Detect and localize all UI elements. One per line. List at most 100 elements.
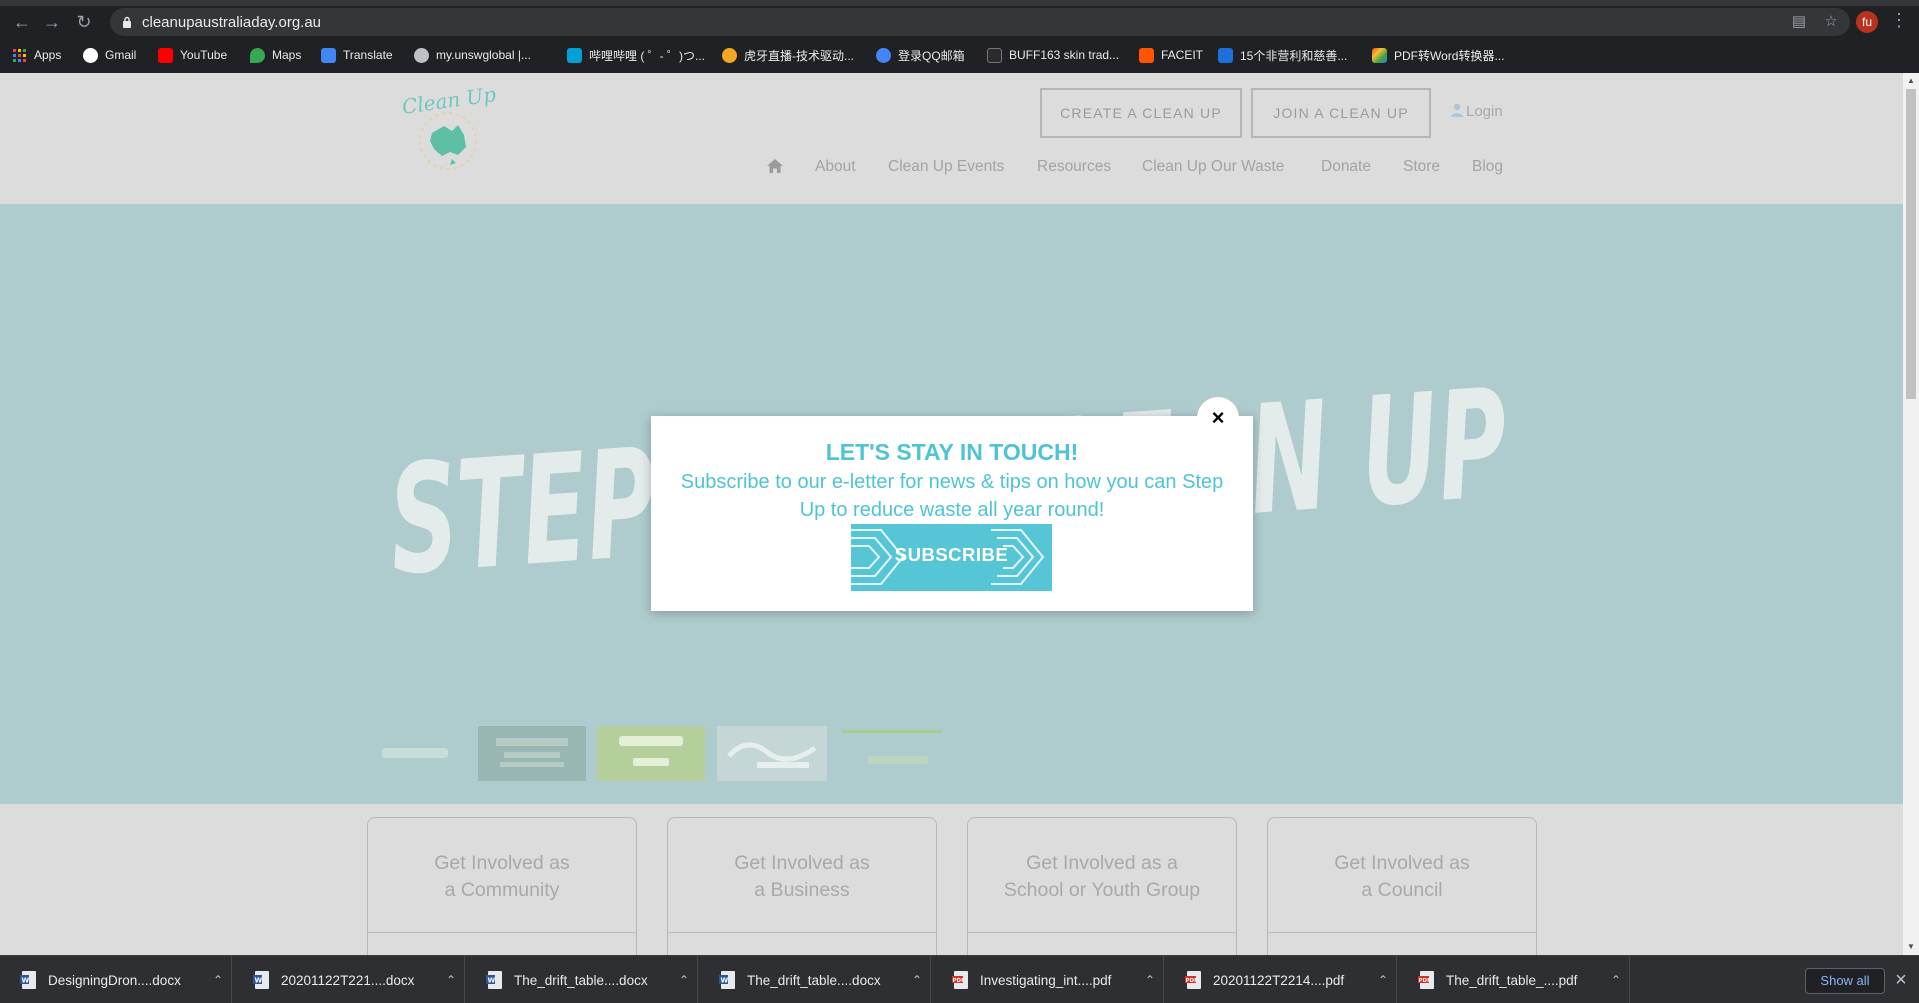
card-business[interactable]: Get Involved as a Business (667, 817, 937, 955)
pdf-file-icon: PDF (1418, 971, 1434, 989)
word-doc-icon: W (486, 971, 502, 989)
card-divider (968, 932, 1236, 933)
nav-store[interactable]: Store (1403, 158, 1440, 176)
download-item[interactable]: PDF 20201122T2214....pdf ⌃ (1165, 956, 1397, 1003)
downloads-bar: W DesigningDron....docx ⌃ W 20201122T221… (0, 955, 1919, 1003)
download-item[interactable]: PDF The_drift_table_....pdf ⌃ (1398, 956, 1630, 1003)
join-clean-up-button[interactable]: JOIN A CLEAN UP (1251, 88, 1431, 138)
card-school-youth[interactable]: Get Involved as a School or Youth Group (967, 817, 1237, 955)
subscribe-label: SUBSCRIBE (894, 544, 1009, 565)
profile-avatar[interactable]: fu (1856, 11, 1878, 33)
bookmarks-bar: Apps Gmail YouTube Maps Translate my.uns… (0, 44, 1919, 66)
card-title-line1: Get Involved as (1334, 852, 1470, 874)
download-item[interactable]: W The_drift_table....docx ⌃ (699, 956, 931, 1003)
pdf-file-icon: PDF (952, 971, 968, 989)
youtube-icon (158, 47, 173, 63)
card-divider (1268, 932, 1536, 933)
globe-icon (414, 47, 429, 63)
chevron-up-icon[interactable]: ⌃ (208, 973, 228, 987)
card-community[interactable]: Get Involved as a Community (367, 817, 637, 955)
card-title-line1: Get Involved as a (1026, 852, 1178, 874)
partner-logo-5[interactable] (838, 726, 948, 781)
faceit-icon (1139, 47, 1154, 63)
create-clean-up-button[interactable]: CREATE A CLEAN UP (1040, 88, 1242, 138)
bookmark-pdf-converter[interactable]: PDF转Word转换器... (1372, 44, 1504, 66)
download-item[interactable]: W DesigningDron....docx ⌃ (0, 956, 232, 1003)
bookmark-unswglobal[interactable]: my.unswglobal |... (414, 44, 531, 66)
get-involved-section: Get Involved as a Community Get Involved… (0, 804, 1903, 955)
chevron-up-icon[interactable]: ⌃ (1140, 973, 1160, 987)
page-scrollbar[interactable]: ▲ ▼ (1903, 73, 1919, 955)
nav-clean-up-our-waste[interactable]: Clean Up Our Waste (1142, 158, 1284, 176)
nav-blog[interactable]: Blog (1472, 158, 1503, 176)
subscribe-button[interactable]: SUBSCRIBE (851, 524, 1052, 591)
browser-menu-icon[interactable]: ⋮ (1890, 10, 1908, 34)
download-filename: DesigningDron....docx (48, 972, 181, 988)
home-icon[interactable] (766, 157, 784, 175)
download-item[interactable]: PDF Investigating_int....pdf ⌃ (932, 956, 1164, 1003)
bookmark-apps[interactable]: Apps (12, 44, 61, 66)
nav-clean-up-events[interactable]: Clean Up Events (888, 158, 1004, 176)
bookmark-nonprofit[interactable]: 15个非营利和慈善... (1218, 44, 1347, 66)
chevron-up-icon[interactable]: ⌃ (1606, 973, 1626, 987)
show-all-downloads-button[interactable]: Show all (1805, 968, 1885, 994)
login-label: Login (1466, 103, 1503, 120)
bookmark-label: PDF转Word转换器... (1394, 48, 1505, 63)
scrollbar-thumb[interactable] (1906, 89, 1916, 399)
card-title-line1: Get Involved as (434, 852, 570, 874)
svg-text:PDF: PDF (1186, 978, 1199, 984)
bookmark-translate[interactable]: Translate (321, 44, 393, 66)
bookmark-label: 虎牙直播-技术驱动... (744, 48, 854, 63)
address-bar[interactable]: cleanupaustraliaday.org.au ▤ ☆ (110, 8, 1850, 36)
modal-title: LET'S STAY IN TOUCH! (825, 439, 1079, 465)
nav-about[interactable]: About (815, 158, 856, 176)
bookmark-label: Gmail (105, 48, 137, 62)
bookmark-gmail[interactable]: Gmail (83, 44, 136, 66)
download-filename: Investigating_int....pdf (980, 972, 1112, 988)
site-header: Clean Up CREATE A CLEAN UP JOIN A CLEAN … (0, 73, 1903, 204)
chevron-up-icon[interactable]: ⌃ (674, 973, 694, 987)
download-item[interactable]: W 20201122T221....docx ⌃ (233, 956, 465, 1003)
bookmark-bilibili[interactable]: 哔哩哔哩 ( ゜- ゜)つ... (567, 44, 705, 66)
huya-icon (722, 47, 737, 63)
partner-logo-2[interactable] (478, 726, 586, 781)
word-doc-icon: W (20, 971, 36, 989)
google-icon (83, 47, 98, 63)
bookmark-youtube[interactable]: YouTube (158, 44, 227, 66)
apps-grid-icon (13, 48, 26, 62)
bookmark-label: YouTube (180, 48, 228, 62)
modal-close-button[interactable]: × (1197, 397, 1239, 439)
translate-page-icon[interactable]: ▤ (1790, 13, 1808, 31)
forward-arrow-icon[interactable]: → (40, 10, 64, 34)
nav-resources[interactable]: Resources (1037, 158, 1111, 176)
user-icon (1451, 103, 1463, 117)
download-filename: 20201122T221....docx (281, 972, 415, 988)
bookmark-star-icon[interactable]: ☆ (1822, 13, 1840, 31)
bookmark-label: Translate (343, 48, 393, 62)
bookmark-label: Maps (272, 48, 302, 62)
chevron-up-icon[interactable]: ⌃ (1373, 973, 1393, 987)
scroll-down-arrow-icon[interactable]: ▼ (1906, 942, 1916, 952)
bookmark-qq-mail[interactable]: 登录QQ邮箱 (876, 44, 965, 66)
login-link[interactable]: Login (1450, 103, 1503, 120)
bookmark-buff163[interactable]: BUFF163 skin trad... (987, 44, 1119, 66)
download-item[interactable]: W The_drift_table....docx ⌃ (466, 956, 698, 1003)
chevron-up-icon[interactable]: ⌃ (907, 973, 927, 987)
partner-logo-3[interactable] (597, 726, 705, 781)
scroll-up-arrow-icon[interactable]: ▲ (1906, 76, 1916, 86)
close-downloads-icon[interactable]: × (1890, 968, 1912, 992)
partner-logo-4[interactable] (717, 726, 827, 781)
site-logo[interactable]: Clean Up (398, 83, 496, 179)
nav-donate[interactable]: Donate (1321, 158, 1371, 176)
svg-text:W: W (255, 977, 263, 985)
buff-icon (987, 47, 1002, 63)
bookmark-faceit[interactable]: FACEIT (1139, 44, 1203, 66)
bookmark-huya[interactable]: 虎牙直播-技术驱动... (722, 44, 854, 66)
back-arrow-icon[interactable]: ← (10, 10, 34, 34)
partner-logo-1[interactable] (380, 726, 450, 781)
chevron-up-icon[interactable]: ⌃ (441, 973, 461, 987)
reload-icon[interactable]: ↻ (72, 10, 96, 34)
bookmark-maps[interactable]: Maps (250, 44, 301, 66)
card-council[interactable]: Get Involved as a Council (1267, 817, 1537, 955)
bookmark-label: 哔哩哔哩 ( ゜- ゜)つ... (589, 48, 705, 63)
